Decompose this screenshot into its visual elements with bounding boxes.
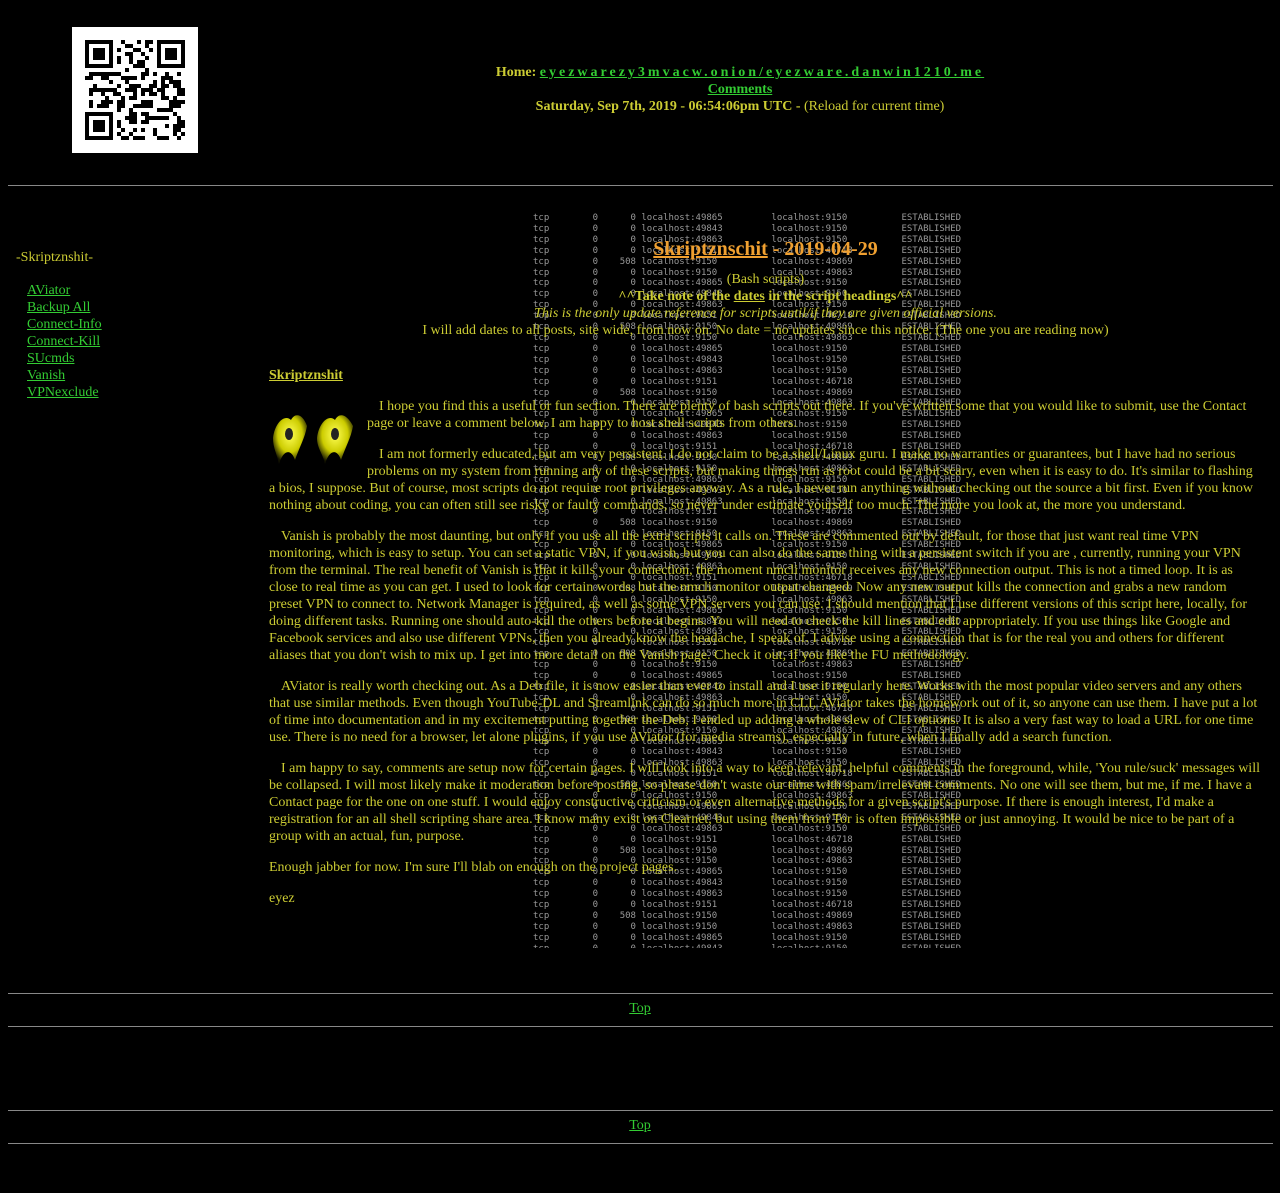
site-header: Home: eyezwarezy3mvacw.onion/eyezware.da…: [400, 64, 1080, 115]
title-link[interactable]: Skriptznschit: [653, 238, 767, 260]
paragraph-2: I am not formerly educated, but am very …: [269, 447, 1253, 513]
paragraph-6: Enough jabber for now. I'm sure I'll bla…: [269, 860, 678, 875]
sidebar-title: -Skriptznshit-: [16, 250, 93, 265]
paragraph-3: Vanish is probably the most daunting, bu…: [269, 529, 1248, 663]
timestamp: Saturday, Sep 7th, 2019 - 06:54:06pm UTC…: [535, 99, 801, 114]
paragraph-4: AViator is really worth checking out. As…: [269, 679, 1258, 745]
section-heading-link[interactable]: Skriptznshit: [269, 368, 343, 383]
sidebar-item-sucmds[interactable]: SUcmds: [27, 351, 74, 366]
page-title: Skriptznschit - 2019-04-29: [269, 237, 1262, 261]
title-date: - 2019-04-29: [767, 238, 878, 260]
dates-link[interactable]: dates: [734, 289, 765, 304]
sidebar-item-connect-kill[interactable]: Connect-Kill: [27, 334, 100, 349]
dates-warning: ^^Take note of the dates in the script h…: [269, 288, 1262, 305]
signature: eyez: [269, 891, 295, 906]
comments-link[interactable]: Comments: [708, 82, 773, 97]
sidebar-item-aviator[interactable]: AViator: [27, 283, 70, 298]
qr-code-image: [85, 40, 185, 140]
sidebar: -Skriptznshit- AViator Backup All Connec…: [16, 249, 102, 401]
divider-footer-2: [8, 1026, 1273, 1027]
sidebar-item-vpnexclude[interactable]: VPNexclude: [27, 385, 99, 400]
home-link[interactable]: eyezwarezy3mvacw.onion/eyezware.danwin12…: [540, 65, 984, 80]
dates-note: I will add dates to all posts, site wide…: [422, 323, 1109, 338]
sidebar-list: AViator Backup All Connect-Info Connect-…: [16, 282, 102, 401]
sidebar-item-connect-info[interactable]: Connect-Info: [27, 317, 102, 332]
intro-paragraph: I hope you find this a useful or fun sec…: [269, 398, 1262, 464]
main-content: Skriptznschit - 2019-04-29 (Bash scripts…: [269, 237, 1262, 907]
sidebar-item-vanish[interactable]: Vanish: [27, 368, 65, 383]
top-link-2[interactable]: Top: [629, 1118, 651, 1133]
section-heading: Skriptznshit: [269, 367, 1262, 384]
paragraph-1: I hope you find this a useful or fun sec…: [367, 399, 1247, 431]
divider-footer-3: [8, 1110, 1273, 1111]
update-note: This is the only update reference for sc…: [534, 306, 997, 321]
divider-top: [8, 185, 1273, 186]
reload-note: (Reload for current time): [804, 99, 945, 114]
timestamp-line: Saturday, Sep 7th, 2019 - 06:54:06pm UTC…: [400, 98, 1080, 115]
top-link-1[interactable]: Top: [629, 1001, 651, 1016]
home-label: Home:: [495, 65, 537, 80]
eyez-logo-image: [273, 415, 353, 464]
paragraph-5: I am happy to say, comments are setup no…: [269, 761, 1260, 844]
divider-footer-1: [8, 993, 1273, 994]
divider-footer-4: [8, 1143, 1273, 1144]
warning-suffix: in the script headings^^: [764, 289, 913, 304]
subtitle: (Bash scripts): [726, 272, 805, 287]
footer-top-2: Top: [0, 1118, 1280, 1134]
footer-top-1: Top: [0, 1001, 1280, 1017]
warning-prefix: ^^Take note of the: [618, 289, 734, 304]
sidebar-item-backup-all[interactable]: Backup All: [27, 300, 90, 315]
home-line: Home: eyezwarezy3mvacw.onion/eyezware.da…: [400, 64, 1080, 81]
qr-code: [72, 27, 198, 153]
